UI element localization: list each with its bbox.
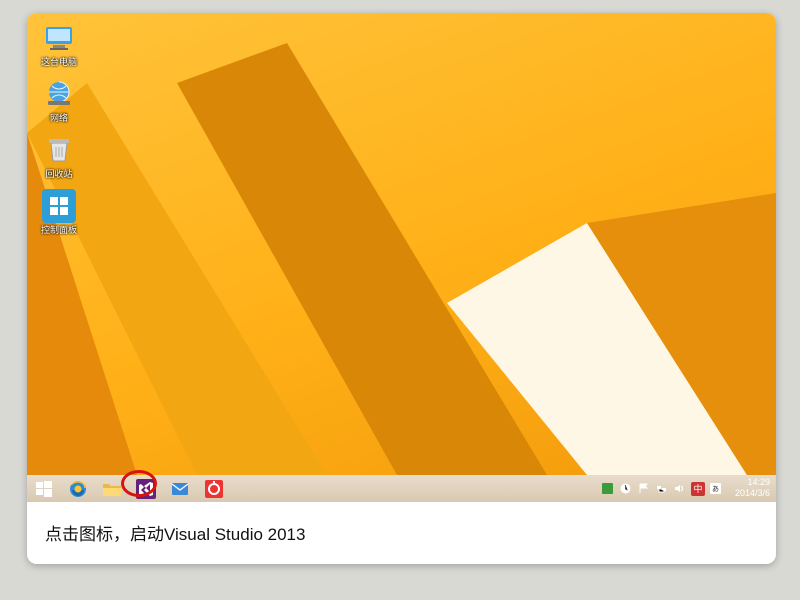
- tray-lang[interactable]: あ: [709, 482, 723, 496]
- taskbar: 中 あ 14:29 2014/3/6: [27, 475, 776, 502]
- visual-studio-icon: [136, 479, 156, 499]
- tray-volume[interactable]: [673, 482, 687, 496]
- taskbar-snagit[interactable]: [197, 475, 231, 502]
- tray-network[interactable]: [655, 482, 669, 496]
- clock-time: 14:29: [735, 477, 770, 488]
- start-button[interactable]: [27, 475, 61, 502]
- clock-date: 2014/3/6: [735, 488, 770, 499]
- desktop-icon-network[interactable]: 网络: [33, 77, 85, 123]
- snagit-icon: [205, 480, 223, 498]
- tray-flag[interactable]: [637, 482, 651, 496]
- tray-action-center[interactable]: [601, 482, 615, 496]
- wallpaper: [27, 13, 776, 475]
- caption-text: 点击图标，启动Visual Studio 2013: [45, 525, 305, 544]
- tray-ime[interactable]: 中: [691, 482, 705, 496]
- tray-updates[interactable]: [619, 482, 633, 496]
- taskbar-mail[interactable]: [163, 475, 197, 502]
- windows-icon: [36, 481, 52, 497]
- desktop-icon-recycle-bin[interactable]: 回收站: [33, 133, 85, 179]
- desktop-icon-label: 回收站: [33, 169, 85, 179]
- taskbar-visual-studio[interactable]: [129, 475, 163, 502]
- desktop-icon-computer[interactable]: 这台电脑: [33, 21, 85, 67]
- taskbar-ie[interactable]: [61, 475, 95, 502]
- taskbar-clock[interactable]: 14:29 2014/3/6: [729, 475, 776, 502]
- svg-text:あ: あ: [712, 485, 719, 493]
- desktop-icon-label: 这台电脑: [33, 57, 85, 67]
- desktop-icon-control-panel[interactable]: 控制面板: [33, 189, 85, 235]
- desktop[interactable]: 这台电脑 网络 回收站 控制面板: [27, 13, 776, 475]
- folder-icon: [102, 480, 122, 498]
- taskbar-spacer: [231, 475, 599, 502]
- ie-icon: [68, 479, 88, 499]
- desktop-icon-label: 控制面板: [33, 225, 85, 235]
- network-icon: [42, 77, 76, 111]
- taskbar-file-explorer[interactable]: [95, 475, 129, 502]
- desktop-icon-label: 网络: [33, 113, 85, 123]
- recycle-bin-icon: [42, 133, 76, 167]
- instruction-caption: 点击图标，启动Visual Studio 2013: [27, 502, 776, 564]
- control-panel-icon: [42, 189, 76, 223]
- system-tray: 中 あ: [599, 475, 729, 502]
- computer-icon: [42, 21, 76, 55]
- mail-icon: [171, 480, 189, 498]
